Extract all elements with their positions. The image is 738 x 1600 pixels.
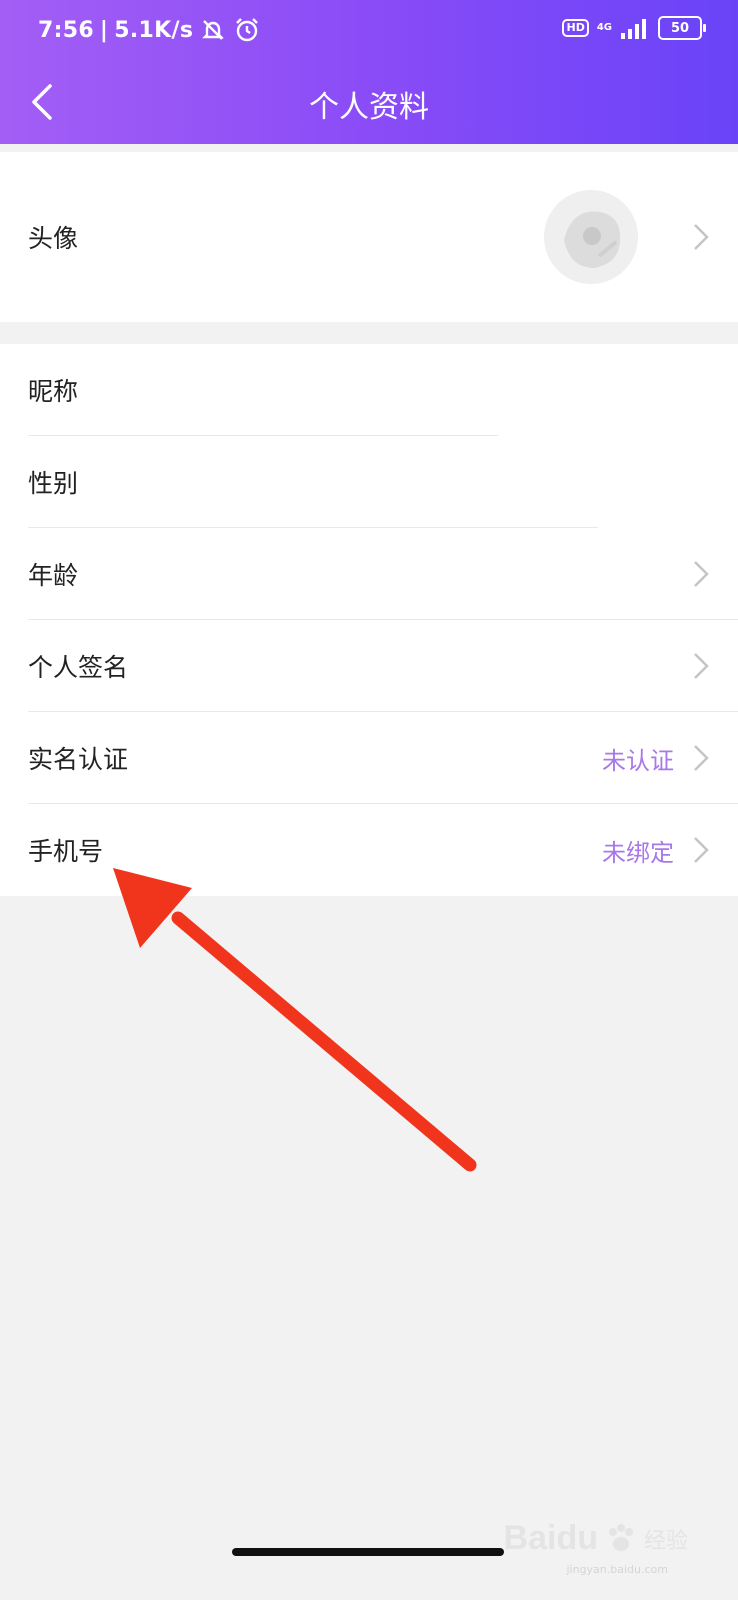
chevron-right-icon: [694, 653, 709, 679]
nickname-label: 昵称: [28, 377, 79, 406]
phone-number-label: 手机号: [28, 837, 104, 866]
avatar-image: [544, 190, 638, 284]
home-indicator[interactable]: [232, 1548, 504, 1556]
battery-indicator: 50: [658, 16, 706, 40]
chevron-right-icon: [694, 224, 709, 250]
app-header: 7:56 | 5.1K/s HD 4G 50 个人资料: [0, 0, 738, 144]
nav-bar: 个人资料: [0, 64, 738, 144]
status-time: 7:56: [38, 17, 94, 43]
hd-badge: HD: [562, 19, 589, 37]
page-title: 个人资料: [309, 90, 429, 125]
network-type: 4G: [596, 22, 612, 33]
avatar-card: 头像: [0, 152, 738, 322]
age-row[interactable]: 年龄: [0, 528, 738, 620]
chevron-right-icon: [694, 837, 709, 863]
watermark: Baidu 经验: [504, 1519, 688, 1558]
watermark-sub: 经验: [643, 1528, 688, 1554]
age-label: 年龄: [28, 561, 79, 590]
real-name-verification-row[interactable]: 实名认证 未认证: [0, 712, 738, 804]
status-right: HD 4G 50: [562, 16, 706, 40]
gender-label: 性别: [28, 469, 79, 498]
avatar-row[interactable]: 头像: [0, 152, 738, 322]
watermark-url: jingyan.baidu.com: [566, 1563, 668, 1576]
signature-label: 个人签名: [28, 653, 129, 682]
mute-bell-icon: [202, 20, 225, 40]
signal-icon: [621, 19, 646, 39]
nickname-row[interactable]: 昵称: [0, 344, 738, 436]
phone-number-status: 未绑定: [602, 838, 674, 867]
status-separator: |: [99, 17, 109, 43]
status-net-speed: 5.1K/s: [114, 17, 194, 43]
profile-details-card: 昵称 性别 年龄 个人签名 实名认证 未认证 手机号 未绑定: [0, 344, 738, 896]
avatar[interactable]: [544, 190, 638, 284]
avatar-label: 头像: [28, 224, 79, 253]
real-name-verification-label: 实名认证: [28, 745, 129, 774]
status-left: 7:56 | 5.1K/s: [38, 16, 261, 44]
gender-row[interactable]: 性别: [0, 436, 738, 528]
phone-number-row[interactable]: 手机号 未绑定: [0, 804, 738, 896]
alarm-clock-icon: [236, 18, 259, 42]
chevron-right-icon: [694, 561, 709, 587]
status-bar: 7:56 | 5.1K/s HD 4G 50: [0, 0, 738, 64]
signature-row[interactable]: 个人签名: [0, 620, 738, 712]
real-name-verification-status: 未认证: [602, 746, 674, 775]
paw-icon: [608, 1523, 633, 1551]
battery-level: 50: [670, 20, 690, 36]
chevron-right-icon: [694, 745, 709, 771]
watermark-brand: Baidu: [503, 1519, 598, 1557]
